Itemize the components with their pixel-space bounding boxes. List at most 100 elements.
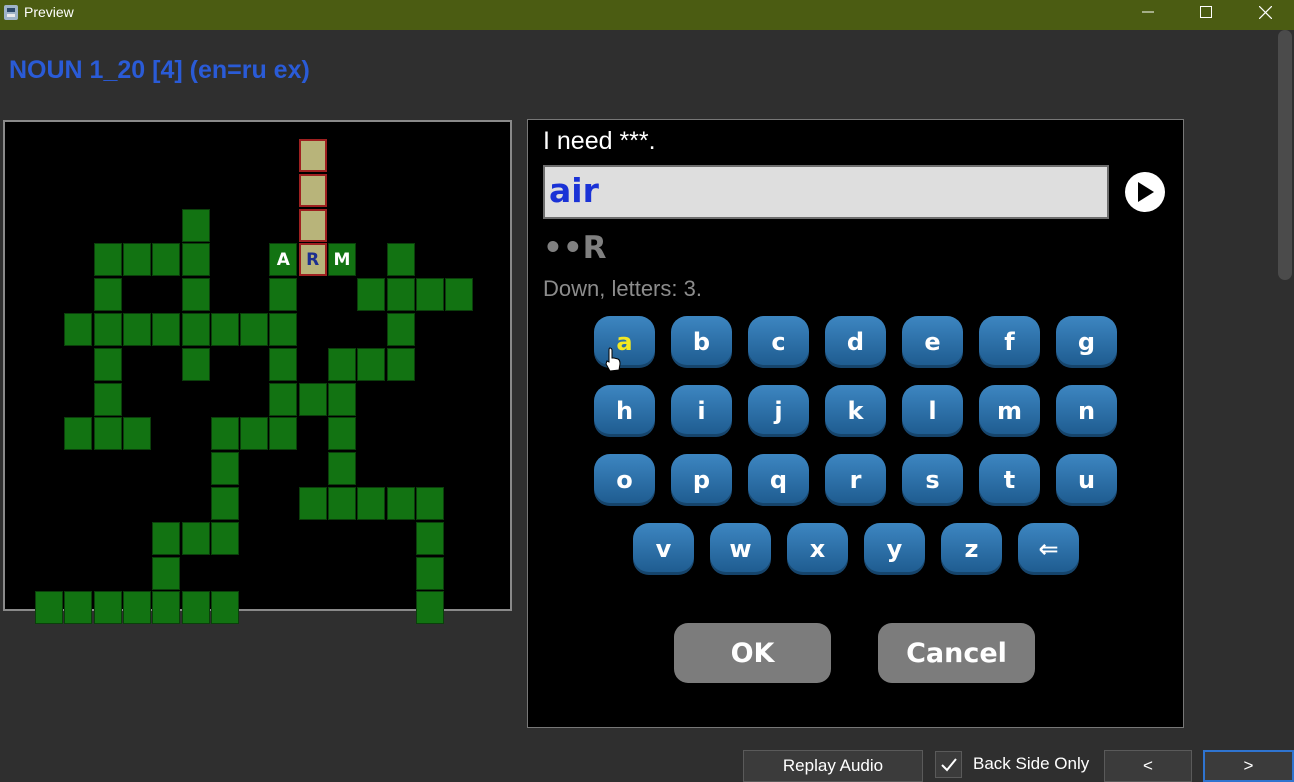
grid-cell[interactable]	[122, 417, 151, 451]
key-w[interactable]: w	[710, 523, 771, 575]
key-z[interactable]: z	[941, 523, 1002, 575]
ok-button[interactable]: OK	[674, 623, 831, 683]
grid-cell[interactable]	[269, 417, 298, 451]
grid-cell[interactable]	[357, 347, 386, 381]
grid-cell[interactable]	[181, 347, 210, 381]
key-p[interactable]: p	[671, 454, 732, 506]
grid-cell[interactable]	[64, 417, 93, 451]
key-t[interactable]: t	[979, 454, 1040, 506]
grid-cell[interactable]	[269, 347, 298, 381]
grid-cell[interactable]	[298, 487, 327, 520]
key-q[interactable]: q	[748, 454, 809, 506]
grid-cell[interactable]	[298, 382, 327, 416]
key-b[interactable]: b	[671, 316, 732, 368]
grid-cell[interactable]	[386, 347, 415, 381]
grid-cell[interactable]	[152, 591, 181, 625]
grid-cell[interactable]	[415, 278, 444, 312]
grid-cell[interactable]	[415, 521, 444, 555]
grid-cell[interactable]: R	[298, 243, 327, 277]
grid-cell[interactable]	[35, 591, 63, 625]
grid-cell[interactable]	[181, 591, 210, 625]
next-button[interactable]: >	[1203, 750, 1294, 782]
grid-cell[interactable]	[386, 243, 415, 277]
grid-cell[interactable]	[93, 382, 122, 416]
key-v[interactable]: v	[633, 523, 694, 575]
prev-button[interactable]: <	[1104, 750, 1192, 782]
backspace-key[interactable]: ⇐	[1018, 523, 1079, 575]
grid-cell[interactable]	[93, 347, 122, 381]
grid-cell[interactable]	[122, 243, 151, 277]
key-k[interactable]: k	[825, 385, 886, 437]
grid-cell[interactable]	[152, 243, 181, 277]
key-y[interactable]: y	[864, 523, 925, 575]
grid-cell[interactable]	[93, 278, 122, 312]
grid-cell[interactable]	[328, 417, 356, 451]
grid-cell[interactable]	[328, 382, 356, 416]
grid-cell[interactable]	[93, 313, 122, 346]
key-j[interactable]: j	[748, 385, 809, 437]
grid-cell[interactable]	[269, 313, 298, 346]
minimize-button[interactable]	[1119, 0, 1177, 24]
grid-cell[interactable]	[181, 313, 210, 346]
play-audio-button[interactable]	[1125, 172, 1165, 212]
grid-cell[interactable]	[328, 452, 356, 486]
grid-cell[interactable]	[240, 313, 269, 346]
grid-cell[interactable]	[64, 591, 93, 625]
grid-cell[interactable]	[210, 417, 239, 451]
grid-cell[interactable]	[298, 139, 327, 172]
key-s[interactable]: s	[902, 454, 963, 506]
grid-cell[interactable]	[210, 521, 239, 555]
grid-cell[interactable]	[298, 208, 327, 242]
grid-cell[interactable]	[181, 278, 210, 312]
grid-cell[interactable]	[93, 591, 122, 625]
key-d[interactable]: d	[825, 316, 886, 368]
grid-cell[interactable]	[210, 452, 239, 486]
grid-cell[interactable]	[152, 521, 181, 555]
grid-cell[interactable]	[122, 313, 151, 346]
grid-cell[interactable]: A	[269, 243, 298, 277]
maximize-button[interactable]	[1177, 0, 1235, 24]
key-a[interactable]: a	[594, 316, 655, 368]
scrollbar[interactable]	[1278, 30, 1292, 280]
cancel-button[interactable]: Cancel	[878, 623, 1035, 683]
grid-cell[interactable]	[415, 556, 444, 590]
grid-cell[interactable]	[328, 347, 356, 381]
key-i[interactable]: i	[671, 385, 732, 437]
grid-cell[interactable]	[328, 487, 356, 520]
key-x[interactable]: x	[787, 523, 848, 575]
key-g[interactable]: g	[1056, 316, 1117, 368]
crossword-grid[interactable]: ARM	[3, 120, 512, 625]
grid-cell[interactable]	[298, 173, 327, 207]
key-h[interactable]: h	[594, 385, 655, 437]
key-o[interactable]: o	[594, 454, 655, 506]
grid-cell[interactable]	[415, 591, 444, 625]
grid-cell[interactable]	[269, 382, 298, 416]
grid-cell[interactable]	[240, 417, 269, 451]
key-l[interactable]: l	[902, 385, 963, 437]
grid-cell[interactable]	[93, 243, 122, 277]
grid-cell[interactable]	[357, 487, 386, 520]
grid-cell[interactable]	[210, 313, 239, 346]
key-n[interactable]: n	[1056, 385, 1117, 437]
grid-cell[interactable]	[122, 591, 151, 625]
grid-cell[interactable]	[152, 313, 181, 346]
grid-cell[interactable]	[210, 591, 239, 625]
grid-cell[interactable]	[415, 487, 444, 520]
grid-cell[interactable]	[386, 487, 415, 520]
grid-cell[interactable]	[181, 243, 210, 277]
grid-cell[interactable]	[152, 556, 181, 590]
grid-cell[interactable]	[64, 313, 93, 346]
back-side-only-checkbox[interactable]	[935, 751, 962, 778]
grid-cell[interactable]	[210, 487, 239, 520]
grid-cell[interactable]	[93, 417, 122, 451]
key-e[interactable]: e	[902, 316, 963, 368]
grid-cell[interactable]	[445, 278, 474, 312]
replay-audio-button[interactable]: Replay Audio	[743, 750, 923, 782]
grid-cell[interactable]	[269, 278, 298, 312]
grid-cell[interactable]	[386, 313, 415, 346]
grid-cell[interactable]	[357, 278, 386, 312]
key-c[interactable]: c	[748, 316, 809, 368]
key-m[interactable]: m	[979, 385, 1040, 437]
answer-input[interactable]: air	[543, 165, 1109, 219]
key-u[interactable]: u	[1056, 454, 1117, 506]
